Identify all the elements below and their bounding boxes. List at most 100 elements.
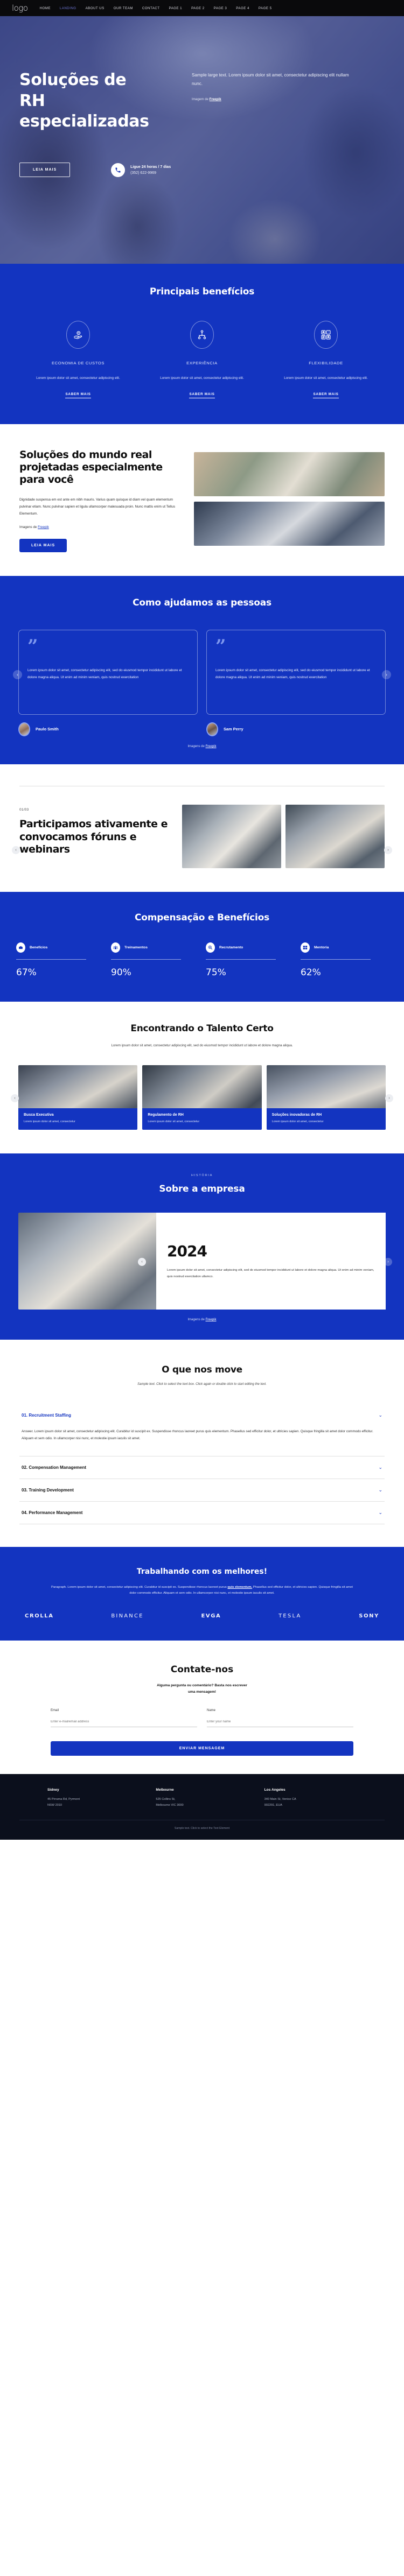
benefit-description: Lorem ipsum dolor sit amet, consectetur … <box>36 376 120 380</box>
contact-title: Contate-nos <box>170 1664 234 1675</box>
chevron-down-icon[interactable]: ⌄ <box>378 1413 382 1418</box>
email-label: Email <box>51 1709 59 1713</box>
hero-credit-link[interactable]: Freepik <box>210 97 221 101</box>
nav-item-page-1[interactable]: PAGE 1 <box>169 6 182 10</box>
benefit-learn-more-link[interactable]: SABER MAIS <box>313 392 339 398</box>
talent-prev-arrow-icon[interactable]: ‹ <box>11 1094 19 1103</box>
partners-paragraph: Paragraph. Lorem ipsum dolor sit amet, c… <box>51 1585 353 1597</box>
stat-benefits: Benefícios 67% <box>16 942 103 978</box>
faq-question-row[interactable]: 02. Compensation Management ⌄ <box>19 1456 385 1479</box>
nav-item-page-4[interactable]: PAGE 4 <box>236 6 249 10</box>
nav-item-page-3[interactable]: PAGE 3 <box>214 6 227 10</box>
about-credit-link[interactable]: Freepik <box>206 1318 217 1321</box>
footer-office-address: 340 Main St, Venice CA 902291, EUA <box>264 1798 296 1807</box>
solutions-photo-top <box>194 452 385 496</box>
footer-office-sidney: Sidney 45 Pirrama Rd, Pyrmont NSW 2010 <box>47 1788 140 1808</box>
webinars-prev-arrow-icon[interactable]: ‹ <box>12 846 20 854</box>
hero-credit-prefix: Imagem de <box>192 97 210 101</box>
chevron-down-icon[interactable]: ⌄ <box>378 1465 382 1470</box>
solutions-photo-bottom <box>194 501 385 546</box>
send-message-button[interactable]: ENVIAR MENSAGEM <box>51 1741 353 1756</box>
contact-subtitle-line-1: Alguma pergunta ou comentário? Basta nos… <box>157 1683 247 1687</box>
testimonial-author-name: Sam Perry <box>224 727 243 732</box>
footer-office-city: Los Angeles <box>264 1788 285 1792</box>
nav-item-about-us[interactable]: ABOUT US <box>86 6 105 10</box>
footer-office-city: Sidney <box>47 1788 59 1792</box>
compensation-section: Compensação e Benefícios Benefícios 67% <box>0 891 404 1002</box>
hero-phone-block[interactable]: Ligue 24 horas / 7 dias (352) 622-9969 <box>111 163 171 177</box>
site-logo[interactable]: logo <box>12 3 28 13</box>
solutions-credit-link[interactable]: Freepik <box>38 525 49 529</box>
talent-card-description: Lorem ipsum dolor sit amet, consectetur <box>271 1120 324 1123</box>
nav-item-page-2[interactable]: PAGE 2 <box>191 6 205 10</box>
webinars-row: 01/03 Participamos ativamente e convocam… <box>19 804 385 868</box>
nav-item-home[interactable]: HOME <box>40 6 51 10</box>
talent-card-title: Regulamento de RH <box>148 1113 184 1117</box>
footer-office-los-angeles: Los Angeles 340 Main St, Venice CA 90229… <box>264 1788 357 1808</box>
about-kicker: HISTÓRIA <box>191 1174 213 1178</box>
solutions-read-more-button[interactable]: LEIA MAIS <box>19 538 67 552</box>
webinars-photo-right <box>285 804 385 868</box>
about-next-arrow-icon[interactable]: › <box>384 1258 392 1266</box>
stat-header: Recrutamento <box>206 942 293 953</box>
about-text: Lorem ipsum dolor sit amet, consectetur … <box>167 1269 374 1278</box>
faq-question-row[interactable]: 04. Performance Management ⌄ <box>19 1502 385 1524</box>
partner-logo-evga: EVGA <box>201 1613 221 1619</box>
solutions-section: Soluções do mundo real projetadas especi… <box>0 424 404 576</box>
webinars-image-column <box>182 804 385 868</box>
stat-value: 75% <box>206 967 226 979</box>
talent-card-overlay: Regulamento de RH Lorem ipsum dolor sit … <box>142 1108 262 1130</box>
partner-logo-sony: SONY <box>359 1613 379 1619</box>
webinars-next-arrow-icon[interactable]: › <box>384 846 392 854</box>
footer-office-address: 525 Collins St, Melbourne VIC 3000 <box>156 1798 184 1807</box>
phone-text-block: Ligue 24 horas / 7 dias (352) 622-9969 <box>130 165 171 175</box>
nav-item-our-team[interactable]: OUR TEAM <box>114 6 133 10</box>
phone-number[interactable]: (352) 622-9969 <box>130 171 171 175</box>
benefit-card-flexibility: FLEXIBILIDADE Lorem ipsum dolor sit amet… <box>264 321 388 398</box>
talent-section: Encontrando o Talento Certo Lorem ipsum … <box>0 1002 404 1154</box>
chevron-down-icon[interactable]: ⌄ <box>378 1510 382 1515</box>
testimonials-title: Como ajudamos as pessoas <box>133 597 271 608</box>
talent-card-overlay: Soluções inovadoras de RH Lorem ipsum do… <box>266 1108 386 1130</box>
talent-cards: Busca Executiva Lorem ipsum dolor sit am… <box>18 1065 386 1130</box>
talent-card-executive-search[interactable]: Busca Executiva Lorem ipsum dolor sit am… <box>18 1065 138 1130</box>
nav-item-landing[interactable]: LANDING <box>60 6 76 10</box>
testimonials-prev-arrow-icon[interactable]: ‹ <box>13 670 22 679</box>
hero-title-line-1: Soluções de <box>19 71 127 89</box>
hero-read-more-button[interactable]: LEIA MAIS <box>19 163 71 178</box>
faq-question-row[interactable]: 03. Training Development ⌄ <box>19 1479 385 1501</box>
partner-logo-crolla: CROLLA <box>25 1613 54 1619</box>
partners-inline-link[interactable]: quis elementum. <box>227 1586 252 1589</box>
talent-card-innovative-hr[interactable]: Soluções inovadoras de RH Lorem ipsum do… <box>266 1065 386 1130</box>
page-root: logo HOME LANDING ABOUT US OUR TEAM CONT… <box>0 0 404 1840</box>
talent-next-arrow-icon[interactable]: › <box>385 1094 393 1103</box>
hero-title-line-2: RH <box>19 91 45 110</box>
benefit-learn-more-link[interactable]: SABER MAIS <box>189 392 215 398</box>
hero-section: Soluções de RH especializadas Sample lar… <box>0 16 404 264</box>
footer-offices: Sidney 45 Pirrama Rd, Pyrmont NSW 2010 M… <box>19 1788 385 1808</box>
testimonial-author: Paulo Smith <box>18 722 198 736</box>
benefit-learn-more-link[interactable]: SABER MAIS <box>65 392 91 398</box>
nav-item-page-5[interactable]: PAGE 5 <box>259 6 272 10</box>
email-field-group: Email <box>51 1709 197 1728</box>
footer-office-melbourne: Melbourne 525 Collins St, Melbourne VIC … <box>156 1788 248 1808</box>
quote-icon: ” <box>215 635 226 657</box>
avatar <box>206 722 218 736</box>
talent-card-hr-regulation[interactable]: Regulamento de RH Lorem ipsum dolor sit … <box>142 1065 262 1130</box>
chevron-down-icon[interactable]: ⌄ <box>378 1488 382 1493</box>
solutions-image-column <box>194 449 385 552</box>
nav-item-contact[interactable]: CONTACT <box>142 6 160 10</box>
testimonial-card: ” Lorem ipsum dolor sit amet, consectetu… <box>206 629 386 715</box>
footer-bottom-text: Sample text. Click to select the Text El… <box>19 1820 385 1830</box>
about-row: 2024 Lorem ipsum dolor sit amet, consect… <box>0 1213 404 1310</box>
stat-value: 62% <box>301 967 321 979</box>
testimonials-credit-link[interactable]: Freepik <box>206 745 217 748</box>
testimonials-next-arrow-icon[interactable]: › <box>382 670 391 679</box>
faq-question: 03. Training Development <box>22 1488 74 1493</box>
partner-logos: CROLLA BINANCE EVGA TESLA SONY <box>16 1613 388 1619</box>
talent-card-overlay: Busca Executiva Lorem ipsum dolor sit am… <box>18 1108 138 1130</box>
stat-label: Benefícios <box>30 945 48 949</box>
email-field[interactable] <box>51 1718 197 1728</box>
faq-question-row[interactable]: 01. Recruitment Staffing ⌄ <box>19 1404 385 1426</box>
name-field[interactable] <box>207 1718 353 1728</box>
